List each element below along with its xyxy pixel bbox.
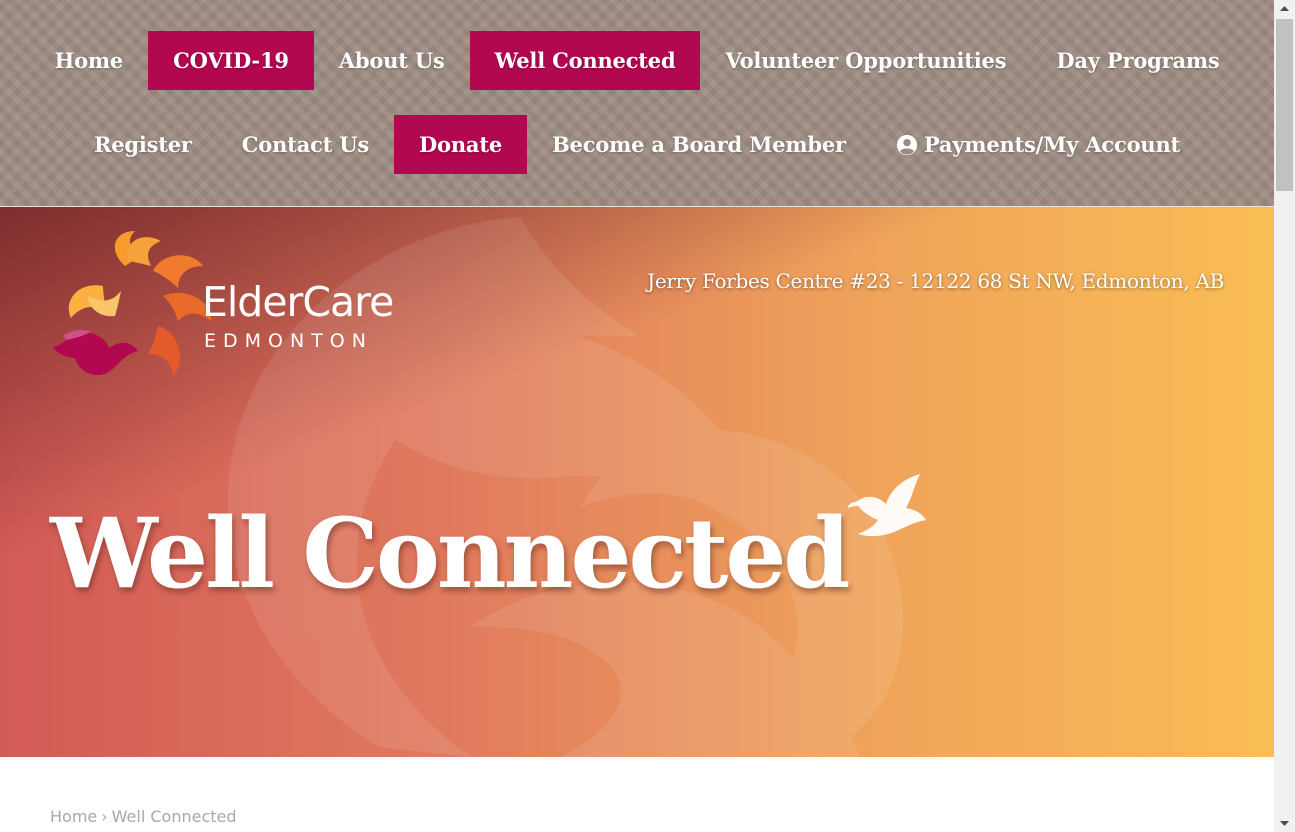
nav-row-1: Home COVID-19 About Us Well Connected Vo… (0, 31, 1274, 90)
nav-row-2: Register Contact Us Donate Become a Boar… (0, 115, 1274, 174)
nav-item-covid-19[interactable]: COVID-19 (148, 31, 314, 90)
nav-item-register[interactable]: Register (69, 115, 217, 174)
nav-item-payments-account[interactable]: Payments/My Account (871, 115, 1205, 174)
eldercare-logo-icon: ElderCare EDMONTON (53, 231, 394, 376)
scrollbar-thumb[interactable] (1276, 19, 1293, 191)
logo-name: ElderCare (202, 278, 393, 326)
scroll-down-arrow-icon[interactable] (1274, 814, 1295, 832)
nav-item-donate[interactable]: Donate (394, 115, 527, 174)
breadcrumb-current: Well Connected (111, 807, 237, 826)
dove-icon (848, 474, 926, 537)
breadcrumb-separator: › (101, 807, 108, 826)
nav-item-day-programs[interactable]: Day Programs (1031, 31, 1244, 90)
nav-item-volunteer-opportunities[interactable]: Volunteer Opportunities (700, 31, 1031, 90)
page-title: Well Connected (50, 497, 851, 610)
scroll-up-arrow-icon[interactable] (1274, 0, 1295, 18)
nav-item-home[interactable]: Home (29, 31, 148, 90)
nav-item-well-connected[interactable]: Well Connected (469, 31, 701, 90)
nav-item-become-board-member[interactable]: Become a Board Member (527, 115, 871, 174)
vertical-scrollbar[interactable] (1274, 0, 1295, 832)
nav-item-payments-label: Payments/My Account (923, 132, 1181, 157)
hero-banner: ElderCare EDMONTON Jerry Forbes Centre #… (0, 207, 1274, 757)
main-navigation: Home COVID-19 About Us Well Connected Vo… (0, 0, 1274, 207)
nav-item-about-us[interactable]: About Us (314, 31, 470, 90)
breadcrumb-home-link[interactable]: Home (50, 807, 97, 826)
account-icon (896, 134, 917, 155)
breadcrumb: Home › Well Connected (50, 806, 237, 826)
address-text: Jerry Forbes Centre #23 - 12122 68 St NW… (647, 269, 1224, 293)
nav-item-contact-us[interactable]: Contact Us (217, 115, 394, 174)
logo-subtitle: EDMONTON (204, 330, 373, 352)
